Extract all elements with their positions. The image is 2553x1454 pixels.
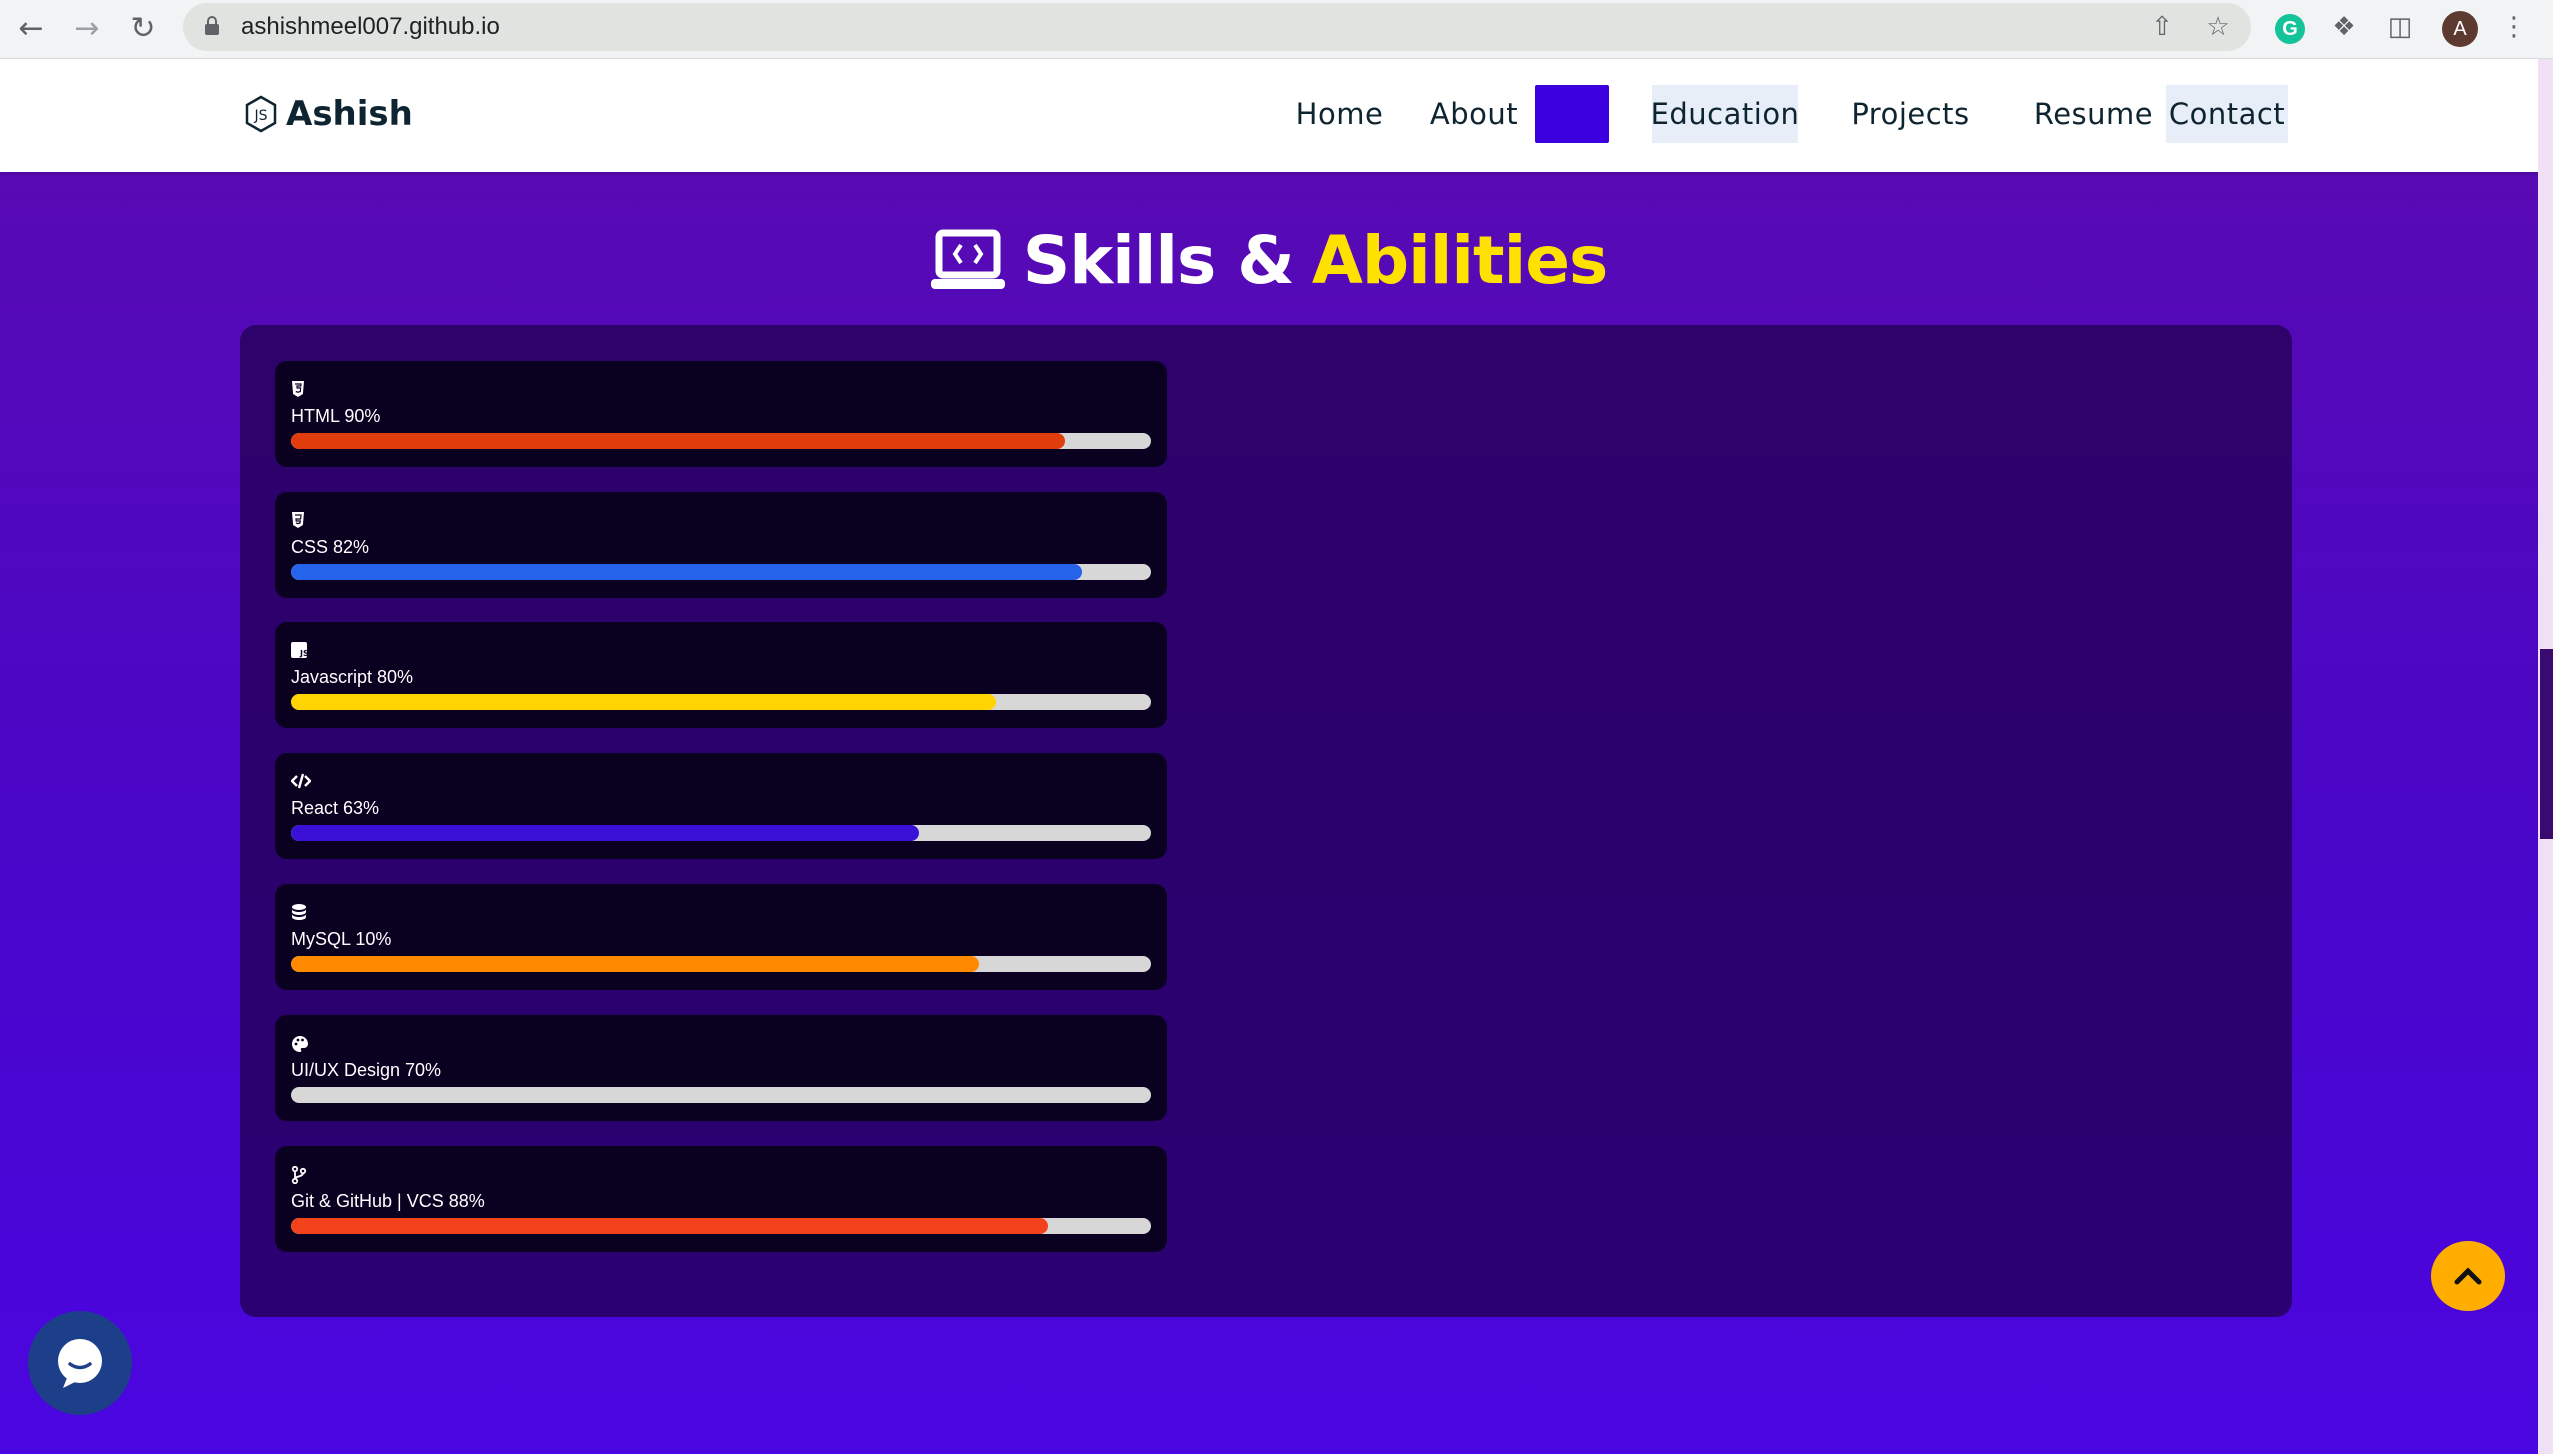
skill-label: UI/UX Design 70% (291, 1060, 442, 1080)
heading-accent: Abilities (1311, 222, 1608, 299)
skill-progress-track (291, 564, 1151, 580)
nav-home[interactable]: Home (1272, 85, 1407, 143)
back-icon[interactable]: ← (10, 8, 52, 50)
share-icon[interactable]: ⇧ (2146, 11, 2178, 43)
html5-icon (291, 381, 309, 399)
js-icon: JS (291, 642, 309, 660)
nav-about[interactable]: About (1402, 85, 1546, 143)
skill-progress-fill (291, 1218, 1048, 1234)
page-viewport: JS Ashish Home About Skills Education Pr… (0, 59, 2538, 1454)
nav-education[interactable]: Education (1651, 85, 1799, 143)
code-icon (290, 773, 312, 791)
extensions-puzzle-icon[interactable]: ❖ (2328, 11, 2360, 43)
lock-icon (205, 16, 219, 35)
section-heading: Skills & Abilities (0, 222, 2538, 299)
skill-progress-fill (291, 825, 919, 841)
skill-progress-fill (291, 564, 1083, 580)
scroll-to-top-button[interactable] (2431, 1241, 2505, 1311)
skill-card: JS Javascript 80% (275, 622, 1167, 728)
svg-text:JS: JS (253, 108, 267, 124)
skill-label: MySQL 10% (291, 929, 392, 949)
skill-label: HTML 90% (291, 406, 381, 426)
brand-logo[interactable]: JS Ashish (244, 92, 413, 136)
skill-card: UI/UX Design 70% (275, 1015, 1167, 1121)
forward-icon[interactable]: → (66, 8, 108, 50)
database-icon (291, 904, 309, 922)
palette-icon (291, 1035, 309, 1053)
git-branch-icon (291, 1165, 309, 1185)
reload-icon[interactable]: ↻ (122, 8, 164, 50)
skill-progress-track (291, 956, 1151, 972)
skill-progress-track (291, 694, 1151, 710)
nav-skills[interactable]: Skills (1533, 85, 1610, 143)
site-navbar: JS Ashish Home About Skills Education Pr… (0, 59, 2538, 172)
skill-label: Git & GitHub | VCS 88% (291, 1191, 485, 1211)
scrollbar-thumb[interactable] (2540, 649, 2553, 839)
chat-bubble-icon (58, 1339, 102, 1388)
skill-card: HTML 90% (275, 361, 1167, 467)
skill-card: Git & GitHub | VCS 88% (275, 1146, 1167, 1252)
chat-widget-button[interactable] (28, 1311, 132, 1415)
bookmark-star-icon[interactable]: ☆ (2202, 11, 2234, 43)
page-scrollbar[interactable] (2538, 59, 2553, 1454)
skill-label: Javascript 80% (291, 667, 414, 687)
skill-progress-fill (291, 956, 979, 972)
laptop-code-icon (930, 229, 1005, 289)
nodejs-hexagon-icon: JS (245, 95, 277, 133)
skill-label: React 63% (291, 798, 380, 818)
nav-resume[interactable]: Resume (2002, 85, 2185, 143)
address-bar[interactable]: ashishmeel007.github.io ⇧ ☆ (183, 3, 2251, 51)
svg-text:JS: JS (299, 649, 307, 658)
skill-progress-fill (291, 694, 997, 710)
heading-main: Skills & (1022, 222, 1295, 299)
skill-card: CSS 82% (275, 492, 1167, 598)
skills-container: HTML 90% CSS 82% JS Javascript 80% React… (240, 325, 2292, 1317)
skill-progress-track (291, 433, 1151, 449)
menu-kebab-icon[interactable]: ⋮ (2498, 11, 2530, 43)
nav-projects[interactable]: Projects (1838, 85, 1983, 143)
url-text[interactable]: ashishmeel007.github.io (241, 13, 500, 41)
skill-card: MySQL 10% (275, 884, 1167, 990)
grammarly-icon[interactable]: G (2275, 14, 2305, 44)
side-panel-icon[interactable]: ◫ (2384, 11, 2416, 43)
skill-label: CSS 82% (291, 537, 370, 557)
skill-progress-track (291, 825, 1151, 841)
skill-card: React 63% (275, 753, 1167, 859)
css3-icon (291, 512, 309, 530)
skill-progress-fill (291, 433, 1065, 449)
nav-contact[interactable]: Contact (2166, 85, 2288, 143)
skill-progress-track (291, 1218, 1151, 1234)
profile-avatar[interactable]: A (2442, 11, 2478, 47)
chevron-up-icon (2454, 1267, 2482, 1285)
browser-toolbar: ← → ↻ ashishmeel007.github.io ⇧ ☆ G ❖ ◫ … (0, 0, 2553, 59)
brand-name: Ashish (286, 94, 413, 134)
skill-progress-track (291, 1087, 1151, 1103)
